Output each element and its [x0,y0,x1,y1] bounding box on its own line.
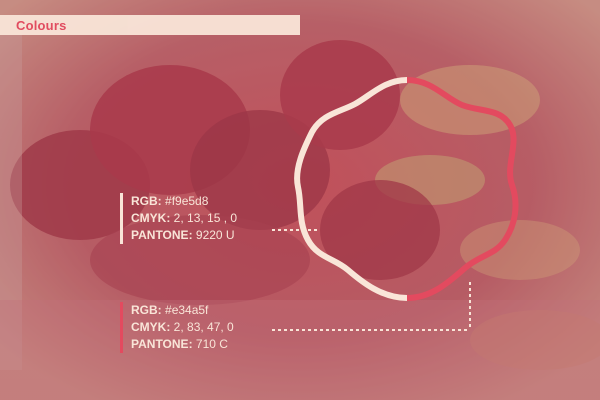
rgb-value: #e34a5f [165,303,209,317]
hibiscus-photo [0,0,600,400]
photo-background [0,0,600,400]
cmyk-value: 2, 13, 15 , 0 [173,211,238,225]
rgb-row: RGB: #e34a5f [131,302,234,319]
rgb-value: #f9e5d8 [165,194,209,208]
cmyk-label: CMYK: [131,320,171,334]
rgb-label: RGB: [131,303,162,317]
rgb-row: RGB: #f9e5d8 [131,193,237,210]
pantone-value: 9220 U [195,228,235,242]
title-bar: Colours [0,15,300,35]
cmyk-label: CMYK: [131,211,171,225]
rgb-label: RGB: [131,194,162,208]
cmyk-row: CMYK: 2, 83, 47, 0 [131,319,234,336]
page-title: Colours [16,17,67,33]
pantone-label: PANTONE: [131,228,193,242]
pantone-value: 710 C [195,337,228,351]
pantone-label: PANTONE: [131,337,193,351]
cmyk-row: CMYK: 2, 13, 15 , 0 [131,210,237,227]
cmyk-value: 2, 83, 47, 0 [173,320,234,334]
pantone-row: PANTONE: 9220 U [131,227,237,244]
pantone-row: PANTONE: 710 C [131,336,234,353]
swatch-info-cream: RGB: #f9e5d8 CMYK: 2, 13, 15 , 0 PANTONE… [120,193,237,244]
swatch-info-accent: RGB: #e34a5f CMYK: 2, 83, 47, 0 PANTONE:… [120,302,234,353]
